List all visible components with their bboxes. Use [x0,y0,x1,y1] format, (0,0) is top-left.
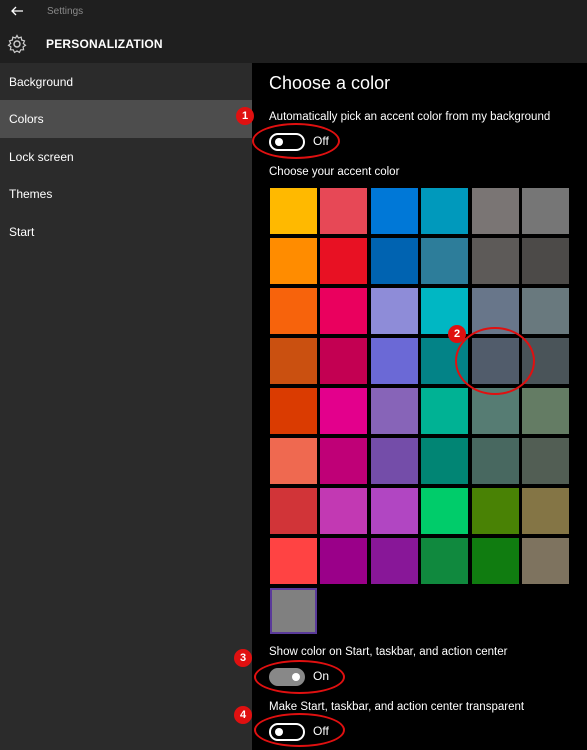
accent-color-swatch[interactable] [320,488,368,534]
accent-color-swatch[interactable] [522,188,569,234]
accent-color-swatch[interactable] [270,488,317,534]
accent-color-swatch[interactable] [320,438,368,484]
accent-color-swatch[interactable] [370,488,418,534]
accent-color-swatch[interactable] [320,238,368,284]
app-title: Settings [47,6,84,17]
annotation-badge-4: 4 [234,706,252,724]
annotation-badge-1: 1 [236,107,254,125]
accent-color-swatch[interactable] [370,438,418,484]
accent-color-swatch[interactable] [421,188,469,234]
accent-color-swatch[interactable] [270,388,317,434]
sidebar-item-colors[interactable]: Colors [0,100,252,138]
accent-color-swatch[interactable] [370,338,418,384]
transparent-label: Make Start, taskbar, and action center t… [269,701,525,713]
auto-pick-label: Automatically pick an accent color from … [269,111,551,123]
sidebar-item-lock-screen[interactable]: Lock screen [0,138,252,176]
accent-color-swatch[interactable] [471,438,519,484]
accent-color-swatch[interactable] [270,538,317,584]
accent-color-swatch[interactable] [270,438,317,484]
sidebar-item-themes[interactable]: Themes [0,175,252,213]
sidebar: Background Colors Lock screen Themes Sta… [0,63,252,750]
section-heading: Choose a color [269,73,391,93]
accent-color-swatch[interactable] [421,538,469,584]
accent-color-swatch[interactable] [320,288,368,334]
accent-color-swatch[interactable] [370,388,418,434]
accent-color-swatch[interactable] [421,238,469,284]
annotation-circle-1 [252,123,340,159]
accent-color-swatch[interactable] [320,538,368,584]
accent-color-swatch[interactable] [270,588,317,634]
accent-color-swatch[interactable] [522,288,569,334]
accent-color-swatch[interactable] [320,388,368,434]
accent-color-swatch[interactable] [421,438,469,484]
accent-color-swatch[interactable] [320,338,368,384]
sidebar-item-background[interactable]: Background [0,63,252,101]
sidebar-item-start[interactable]: Start [0,213,252,251]
accent-color-swatch[interactable] [270,188,317,234]
accent-color-swatch[interactable] [370,188,418,234]
accent-color-swatch[interactable] [471,488,519,534]
accent-color-swatch[interactable] [522,238,569,284]
annotation-badge-3: 3 [234,649,252,667]
annotation-circle-2 [455,327,535,395]
page-header: PERSONALIZATION [0,25,587,63]
accent-color-swatch[interactable] [522,388,569,434]
accent-color-swatch[interactable] [471,238,519,284]
accent-color-swatch[interactable] [421,488,469,534]
accent-color-swatch[interactable] [270,338,317,384]
accent-color-swatch[interactable] [471,538,519,584]
accent-color-label: Choose your accent color [269,166,400,178]
gear-icon [7,34,27,54]
accent-color-swatch[interactable] [522,438,569,484]
back-arrow-icon[interactable] [10,4,24,18]
accent-color-swatch[interactable] [471,188,519,234]
annotation-circle-4 [254,713,345,747]
show-color-label: Show color on Start, taskbar, and action… [269,646,508,658]
annotation-badge-2: 2 [448,325,466,343]
accent-color-swatch[interactable] [270,238,317,284]
accent-color-swatch[interactable] [370,288,418,334]
accent-color-swatch[interactable] [421,388,469,434]
annotation-circle-3 [254,660,345,694]
title-bar: Settings [0,0,587,25]
accent-color-swatch[interactable] [370,538,418,584]
accent-color-swatch[interactable] [370,238,418,284]
accent-color-swatch[interactable] [270,288,317,334]
accent-color-swatch[interactable] [522,538,569,584]
page-title: PERSONALIZATION [46,37,163,51]
accent-color-swatch[interactable] [320,188,368,234]
accent-color-swatch[interactable] [522,488,569,534]
